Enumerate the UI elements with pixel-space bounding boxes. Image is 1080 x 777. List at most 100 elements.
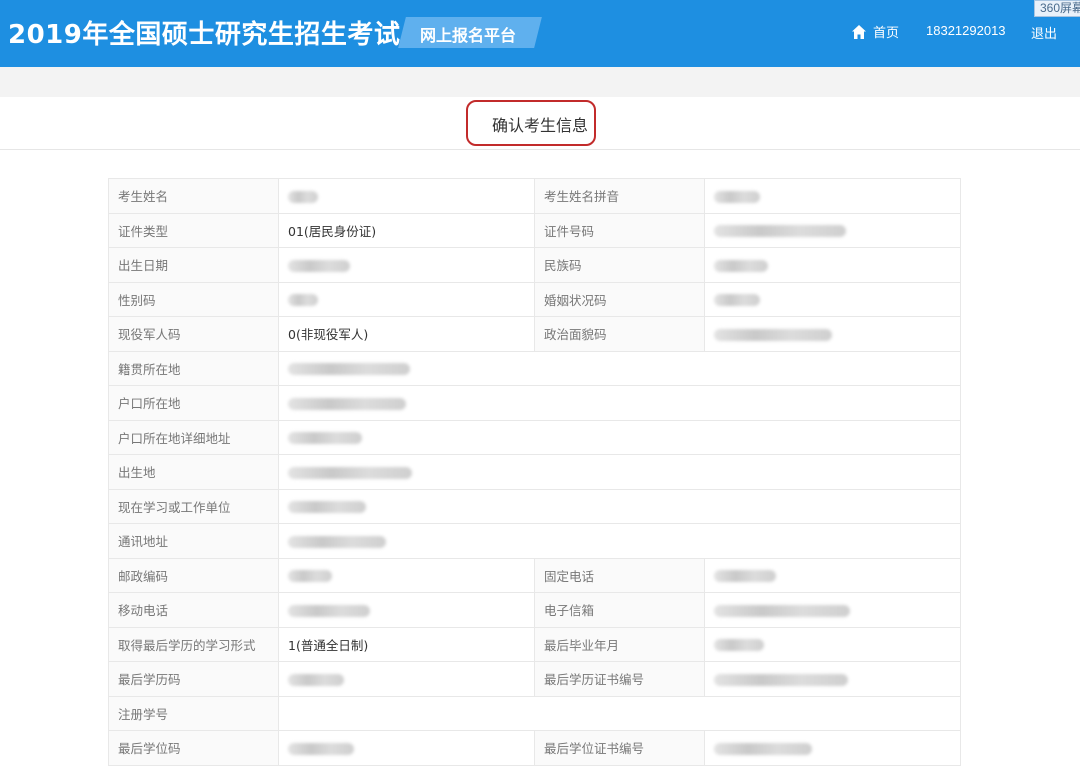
info-row: 现在学习或工作单位	[108, 488, 961, 524]
info-row: 户口所在地详细地址	[108, 419, 961, 455]
field-value	[704, 557, 961, 593]
field-value	[704, 592, 961, 628]
info-row: 取得最后学历的学习形式 1(普通全日制) 最后毕业年月	[108, 626, 961, 662]
info-row: 通讯地址	[108, 523, 961, 559]
redacted-value	[714, 259, 768, 272]
logout-link[interactable]: 退出	[1031, 23, 1057, 42]
info-row: 现役军人码 0(非现役军人) 政治面貌码	[108, 316, 961, 352]
site-title: 2019年全国硕士研究生招生考试	[8, 20, 401, 50]
field-value	[278, 350, 961, 386]
field-label: 出生日期	[108, 247, 279, 283]
platform-label: 网上报名平台	[420, 26, 517, 45]
info-row: 籍贯所在地	[108, 350, 961, 386]
info-row: 户口所在地	[108, 385, 961, 421]
field-label: 出生地	[108, 454, 279, 490]
field-value: 1(普通全日制)	[278, 626, 535, 662]
field-label: 固定电话	[534, 557, 705, 593]
field-label: 移动电话	[108, 592, 279, 628]
home-link-label: 首页	[873, 26, 900, 41]
field-value: 01(居民身份证)	[278, 212, 535, 248]
redacted-value	[714, 328, 832, 341]
field-label: 现役军人码	[108, 316, 279, 352]
field-label: 最后学位证书编号	[534, 730, 705, 766]
field-label: 考生姓名拼音	[534, 178, 705, 214]
redacted-value	[288, 673, 344, 686]
field-value	[278, 661, 535, 697]
field-value	[278, 419, 961, 455]
field-value	[278, 488, 961, 524]
redacted-value	[288, 397, 406, 410]
field-value	[278, 281, 535, 317]
field-value	[278, 592, 535, 628]
redacted-value	[288, 501, 366, 514]
redacted-value	[288, 535, 386, 548]
field-label: 现在学习或工作单位	[108, 488, 279, 524]
field-label: 证件类型	[108, 212, 279, 248]
info-row: 出生日期 民族码	[108, 247, 961, 283]
home-icon	[852, 24, 866, 39]
info-row: 注册学号	[108, 695, 961, 731]
field-label: 注册学号	[108, 695, 279, 731]
field-value	[278, 695, 961, 731]
info-row: 邮政编码 固定电话	[108, 557, 961, 593]
field-label: 电子信箱	[534, 592, 705, 628]
redacted-value	[714, 673, 848, 686]
info-row: 性别码 婚姻状况码	[108, 281, 961, 317]
redacted-value	[714, 742, 812, 755]
field-value	[704, 730, 961, 766]
field-label: 最后学历证书编号	[534, 661, 705, 697]
field-value: 0(非现役军人)	[278, 316, 535, 352]
field-value	[704, 626, 961, 662]
confirm-info-panel: 确认考生信息 考生姓名 考生姓名拼音 证件类型 01(居民身份证) 证件号码 出生日期 民族…	[0, 97, 1080, 777]
field-label: 最后学历码	[108, 661, 279, 697]
info-row: 出生地	[108, 454, 961, 490]
info-row: 考生姓名 考生姓名拼音	[108, 178, 961, 214]
field-label: 通讯地址	[108, 523, 279, 559]
redacted-value	[288, 432, 362, 445]
field-label: 政治面貌码	[534, 316, 705, 352]
field-value	[278, 385, 961, 421]
field-value	[704, 316, 961, 352]
redacted-value	[714, 225, 846, 238]
home-link[interactable]: 首页	[851, 22, 899, 41]
info-row: 最后学位码 最后学位证书编号	[108, 730, 961, 766]
redacted-value	[288, 570, 332, 583]
redacted-value	[714, 294, 760, 307]
field-label: 婚姻状况码	[534, 281, 705, 317]
redacted-value	[288, 363, 410, 376]
field-value	[704, 247, 961, 283]
field-label: 考生姓名	[108, 178, 279, 214]
info-row: 证件类型 01(居民身份证) 证件号码	[108, 212, 961, 248]
redacted-value	[288, 294, 318, 307]
redacted-value	[714, 639, 764, 652]
field-label: 证件号码	[534, 212, 705, 248]
field-value	[704, 212, 961, 248]
field-label: 性别码	[108, 281, 279, 317]
field-value	[704, 661, 961, 697]
info-row: 最后学历码 最后学历证书编号	[108, 661, 961, 697]
field-label: 民族码	[534, 247, 705, 283]
top-header-bar: 2019年全国硕士研究生招生考试 网上报名平台 首页 18321292013 退…	[0, 0, 1080, 67]
field-value	[278, 730, 535, 766]
field-label: 户口所在地	[108, 385, 279, 421]
field-label: 邮政编码	[108, 557, 279, 593]
redacted-value	[714, 604, 850, 617]
field-value	[278, 454, 961, 490]
field-value	[278, 178, 535, 214]
field-label: 最后毕业年月	[534, 626, 705, 662]
redacted-value	[714, 570, 776, 583]
field-label: 取得最后学历的学习形式	[108, 626, 279, 662]
field-label: 籍贯所在地	[108, 350, 279, 386]
field-label: 最后学位码	[108, 730, 279, 766]
field-label: 户口所在地详细地址	[108, 419, 279, 455]
redacted-value	[288, 190, 318, 203]
field-value	[704, 281, 961, 317]
screenshot-corner-tag: 360屏幕截图	[1034, 0, 1080, 17]
field-value	[278, 247, 535, 283]
field-value	[704, 178, 961, 214]
redacted-value	[288, 604, 370, 617]
redacted-value	[714, 190, 760, 203]
redacted-value	[288, 466, 412, 479]
redacted-value	[288, 742, 354, 755]
panel-header: 确认考生信息	[0, 97, 1080, 150]
